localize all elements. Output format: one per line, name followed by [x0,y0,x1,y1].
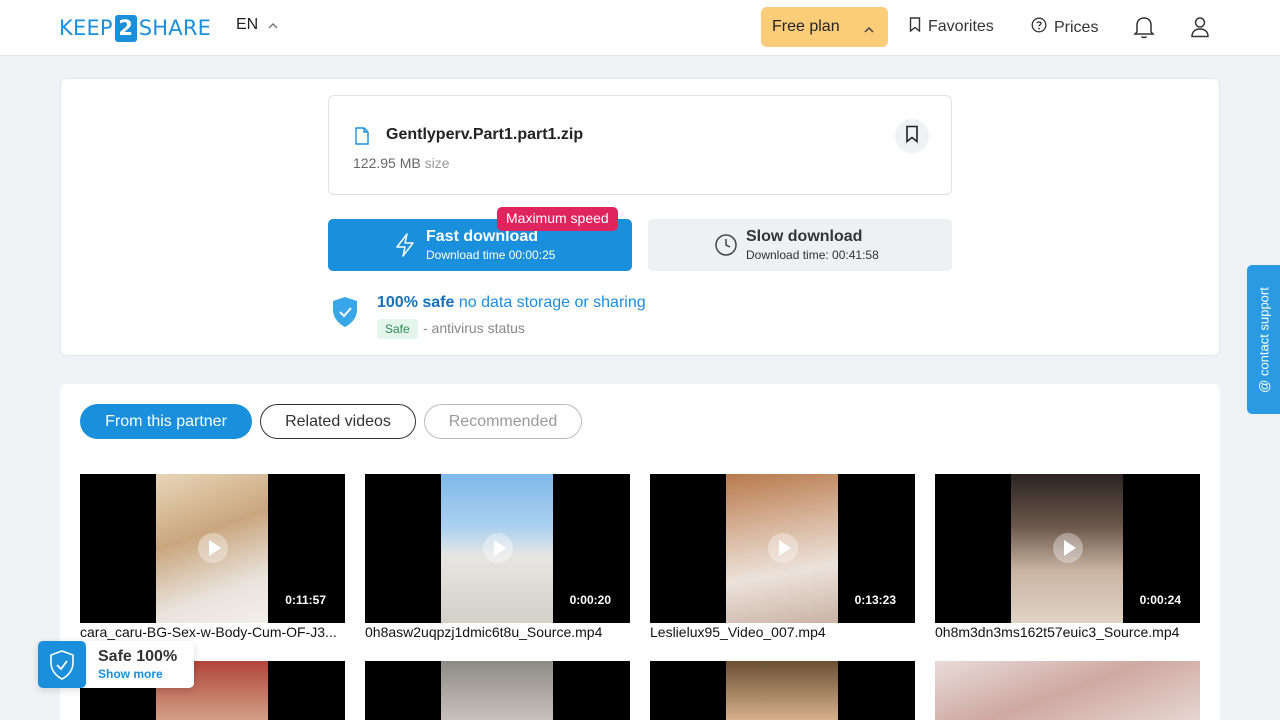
video-thumbnail[interactable]: 0:00:20 [365,474,630,623]
help-circle-icon [1031,17,1047,38]
video-duration: 0:13:23 [854,593,896,607]
lightning-icon [394,233,416,262]
bookmark-icon [909,17,921,37]
video-title[interactable]: 0h8m3dn3ms162t57euic3_Source.mp4 [935,624,1200,640]
play-icon [1053,533,1083,563]
language-selector[interactable]: EN [236,16,278,34]
maximum-speed-badge: Maximum speed [497,207,618,231]
logo-text-share: SHARE [138,16,212,40]
slow-download-button[interactable]: Slow download Download time: 00:41:58 [648,219,952,271]
file-name: Gentlyperv.Part1.part1.zip [386,126,584,143]
file-size: 122.95 MB size [353,155,450,171]
free-plan-label: Free plan [772,18,840,35]
file-size-value: 122.95 MB [353,155,421,171]
slow-download-title: Slow download [746,228,863,245]
top-header: KEEP 2 SHARE EN Free plan Favorites Pric… [0,0,1280,56]
safe-widget-title: Safe 100% [98,648,178,665]
video-preview-image [441,661,553,720]
video-title[interactable]: cara_caru-BG-Sex-w-Body-Cum-OF-J3... [80,624,345,640]
logo-text-2: 2 [114,14,137,42]
video-preview-image [935,661,1200,720]
favorites-label: Favorites [928,18,994,35]
video-duration: 0:00:24 [1139,593,1181,607]
play-icon [198,533,228,563]
video-thumbnail[interactable] [650,661,915,720]
free-plan-button[interactable]: Free plan [761,7,888,47]
video-thumbnail[interactable]: 0:00:24 [935,474,1200,623]
safety-rest: no data storage or sharing [454,294,646,311]
logo-text-keep: KEEP [59,16,113,40]
fast-download-time: Download time 00:00:25 [426,248,556,262]
safe-widget[interactable]: Safe 100% Show more [38,641,194,688]
favorites-link[interactable]: Favorites [909,17,994,37]
video-thumbnail[interactable] [365,661,630,720]
video-thumbnail[interactable] [935,661,1200,720]
add-to-favorites-button[interactable] [895,119,929,153]
play-icon [483,533,513,563]
chevron-up-icon [268,16,278,34]
video-duration: 0:00:20 [569,593,611,607]
show-more-link[interactable]: Show more [98,667,163,681]
chevron-up-icon [864,20,874,38]
prices-link[interactable]: Prices [1031,17,1098,38]
video-title[interactable]: 0h8asw2uqpzj1dmic6t8u_Source.mp4 [365,624,630,640]
file-info-box: Gentlyperv.Part1.part1.zip 122.95 MB siz… [328,95,952,195]
play-icon [768,533,798,563]
file-size-unit: size [424,155,450,171]
file-icon [354,127,370,150]
video-thumbnail[interactable]: 0:13:23 [650,474,915,623]
safety-strong: 100% safe [377,294,455,311]
clock-icon [714,233,738,262]
slow-download-time: Download time: 00:41:58 [746,248,879,262]
video-preview-image [726,661,838,720]
video-thumbnail[interactable]: 0:11:57 [80,474,345,623]
logo[interactable]: KEEP 2 SHARE [59,14,211,42]
safety-statement: 100% safe no data storage or sharing [377,294,646,312]
notifications-bell-icon[interactable] [1131,14,1157,40]
shield-check-icon [38,641,86,688]
language-label: EN [236,16,259,33]
contact-support-label: @ contact support [1256,286,1271,393]
prices-label: Prices [1054,18,1099,36]
shield-check-icon [331,296,359,333]
bookmark-icon [905,125,919,148]
tab-recommended[interactable]: Recommended [424,404,582,439]
video-duration: 0:11:57 [285,593,326,607]
antivirus-status-label: - antivirus status [423,320,525,336]
antivirus-safe-tag: Safe [377,319,418,339]
tab-from-this-partner[interactable]: From this partner [80,404,252,439]
video-title[interactable]: Leslielux95_Video_007.mp4 [650,624,915,640]
tab-related-videos[interactable]: Related videos [260,404,416,439]
contact-support-tab[interactable]: @ contact support [1247,265,1280,414]
user-account-icon[interactable] [1187,14,1213,40]
